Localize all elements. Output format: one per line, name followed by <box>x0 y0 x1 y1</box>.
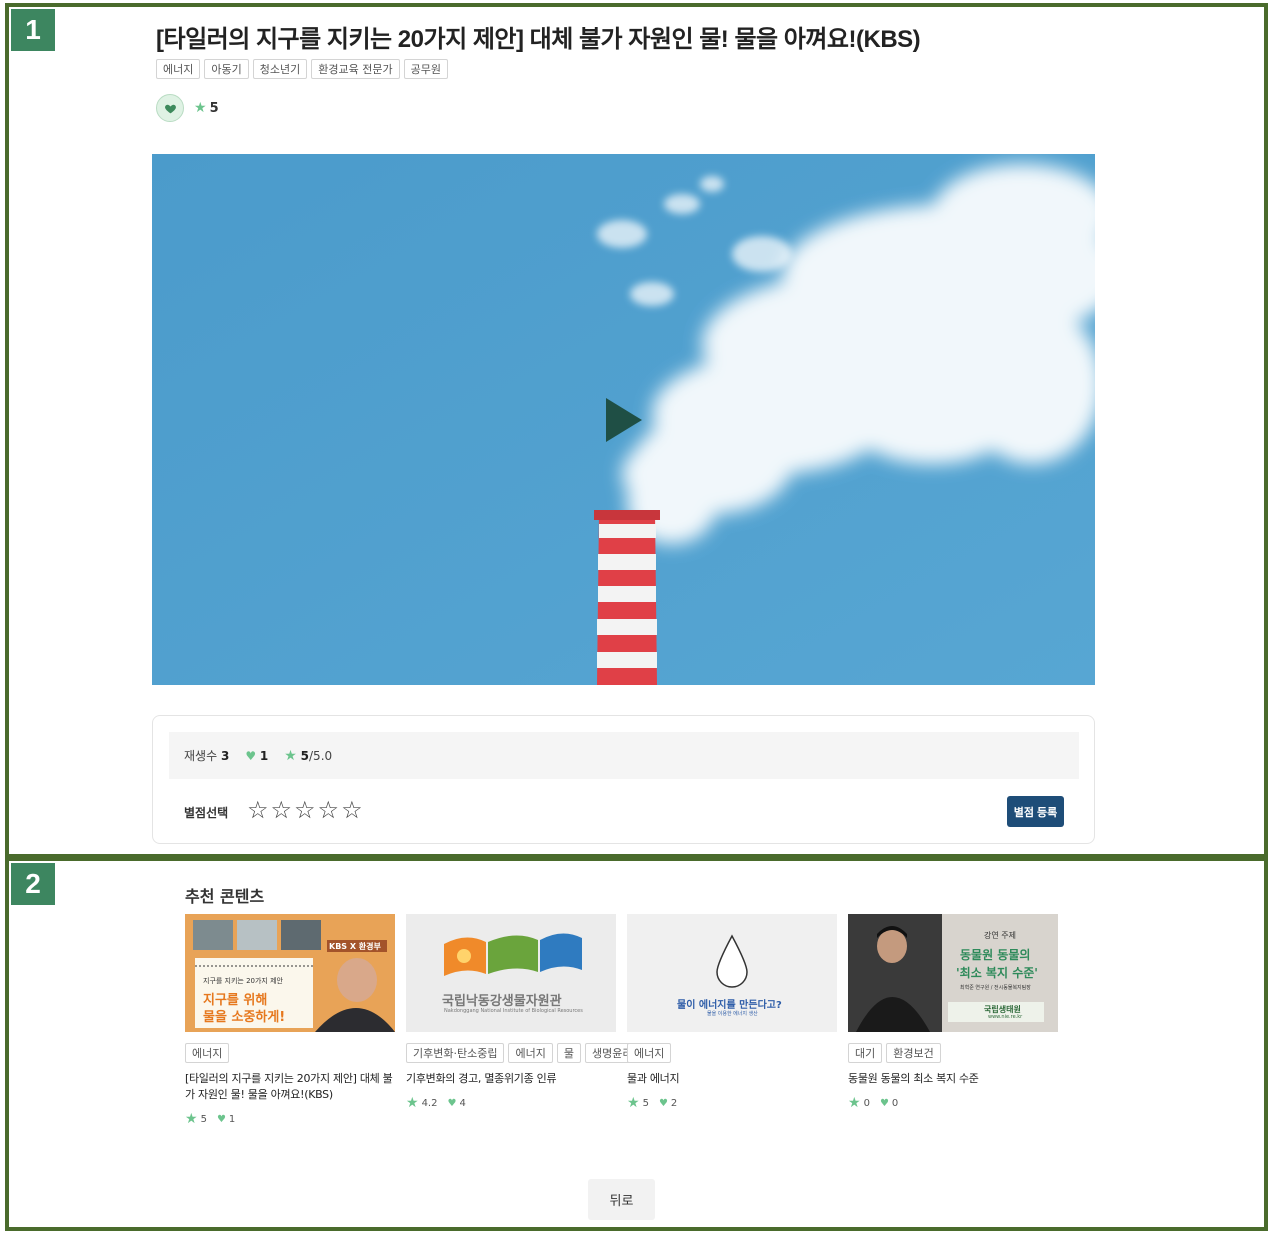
thumb-org-name: 국립낙동강생물자원관 <box>442 994 562 1009</box>
thumb-url: www.nie.re.kr <box>988 1014 1023 1020</box>
card-thumbnail[interactable]: 강연 주제 동물원 동물의 '최소 복지 수준' 최혁준 연구원 / 전시동물복… <box>848 914 1058 1032</box>
video-title: [타일러의 지구를 지키는 20가지 제안] 대체 불가 자원인 물! 물을 아… <box>156 26 921 53</box>
tag[interactable]: 공무원 <box>403 59 448 79</box>
like-rating-row: ★ 5 <box>156 94 219 122</box>
recommendation-card[interactable]: 물이 에너지를 만든다고? 물을 이용한 에너지 생산 에너지 물과 에너지 ★… <box>627 914 837 1127</box>
tag[interactable]: 대기 <box>848 1043 883 1063</box>
star-icon: ★ <box>185 1111 198 1127</box>
thumb-org-sub: Nakdonggang National Institute of Biolog… <box>444 1008 583 1014</box>
tag[interactable]: 아동기 <box>204 59 249 79</box>
card-title[interactable]: 물과 에너지 <box>627 1071 837 1087</box>
video-stats: 재생수 3 ♥ 1 ★ 5/5.0 <box>169 732 1079 779</box>
thumb-sub: 물을 이용한 에너지 생산 <box>707 1011 758 1017</box>
video-rating-value: 5 <box>209 100 219 116</box>
tag[interactable]: 환경교육 전문가 <box>311 59 400 79</box>
heart-icon: ♥ <box>216 1113 226 1125</box>
like-count: ♥ 1 <box>245 748 269 763</box>
thumb-handwriting: 지구를 지키는 20가지 제안 <box>203 977 283 985</box>
heart-icon: ♥ <box>447 1097 457 1109</box>
star-icon: ★ <box>194 100 207 116</box>
heart-icon: ♥ <box>658 1097 668 1109</box>
tag[interactable]: 에너지 <box>185 1043 230 1063</box>
heart-icon: ♥ <box>879 1097 889 1109</box>
tag[interactable]: 기후변화·탄소중립 <box>406 1043 505 1063</box>
card-tags: 에너지 <box>185 1043 395 1063</box>
heart-icon: ♥ <box>245 748 257 763</box>
rating-select-label: 별점선택 <box>184 806 229 820</box>
card-title[interactable]: 동물원 동물의 최소 복지 수준 <box>848 1071 1058 1087</box>
thumb-line1: 동물원 동물의 <box>960 948 1031 962</box>
recommendations-panel: 2 추천 콘텐츠 KBS X 환경부 지구를 지키는 20가지 제안 지구를 위… <box>5 857 1268 1231</box>
thumb-line2: '최소 복지 수준' <box>956 966 1038 980</box>
card-stats: ★ 5 ♥ 1 <box>185 1111 236 1127</box>
submit-rating-button[interactable]: 별점 등록 <box>1007 796 1064 827</box>
card-stats: ★ 5 ♥ 2 <box>627 1095 678 1111</box>
thumb-speaker: 최혁준 연구원 / 전시동물복지팀장 <box>960 985 1031 991</box>
tag[interactable]: 에너지 <box>627 1043 672 1063</box>
rating-star-selector[interactable]: ☆ ☆ ☆ ☆ ☆ <box>247 796 363 824</box>
heart-icon <box>164 104 176 113</box>
star-icon: ★ <box>284 747 297 764</box>
rating-summary: ★ 5/5.0 <box>284 747 333 764</box>
content-detail-panel: 1 [타일러의 지구를 지키는 20가지 제안] 대체 불가 자원인 물! 물을… <box>5 3 1268 858</box>
play-icon[interactable] <box>604 398 644 442</box>
star-outline-icon[interactable]: ☆ <box>341 796 363 824</box>
card-stats: ★ 0 ♥ 0 <box>848 1095 899 1111</box>
card-stats: ★ 4.2 ♥ 4 <box>406 1095 466 1111</box>
star-icon: ★ <box>627 1095 640 1111</box>
video-tags: 에너지 아동기 청소년기 환경교육 전문가 공무원 <box>156 59 448 79</box>
star-icon: ★ <box>406 1095 419 1111</box>
video-rating: ★ 5 <box>194 100 219 116</box>
play-count: 재생수 3 <box>184 749 230 763</box>
thumb-text: 물이 에너지를 만든다고? <box>677 1000 782 1011</box>
thumb-topic: 강연 주제 <box>984 931 1016 940</box>
recommendation-card[interactable]: KBS X 환경부 지구를 지키는 20가지 제안 지구를 위해 물을 소중하게… <box>185 914 395 1127</box>
card-thumbnail[interactable]: KBS X 환경부 지구를 지키는 20가지 제안 지구를 위해 물을 소중하게… <box>185 914 395 1032</box>
recommendation-card[interactable]: 국립낙동강생물자원관 Nakdonggang National Institut… <box>406 914 640 1127</box>
tag[interactable]: 에너지 <box>156 59 201 79</box>
star-icon: ★ <box>848 1095 861 1111</box>
video-player[interactable] <box>152 154 1095 685</box>
video-info-box: 재생수 3 ♥ 1 ★ 5/5.0 별점선택 ☆ ☆ ☆ ☆ ☆ 별점 등록 <box>152 715 1095 844</box>
card-tags: 기후변화·탄소중립 에너지 물 생명윤리 <box>406 1043 640 1063</box>
card-title[interactable]: [타일러의 지구를 지키는 20가지 제안] 대체 불가 자원인 물! 물을 아… <box>185 1071 395 1103</box>
tag[interactable]: 청소년기 <box>252 59 308 79</box>
thumb-line2: 물을 소중하게! <box>203 1010 286 1025</box>
star-outline-icon[interactable]: ☆ <box>271 796 293 824</box>
panel-number-badge: 2 <box>11 863 55 905</box>
star-outline-icon[interactable]: ☆ <box>247 796 269 824</box>
star-outline-icon[interactable]: ☆ <box>294 796 316 824</box>
like-button[interactable] <box>156 94 184 122</box>
panel-number-badge: 1 <box>11 9 55 51</box>
tag[interactable]: 환경보건 <box>886 1043 941 1063</box>
card-title[interactable]: 기후변화의 경고, 멸종위기종 인류 <box>406 1071 616 1087</box>
tag[interactable]: 에너지 <box>508 1043 553 1063</box>
recommendations-heading: 추천 콘텐츠 <box>185 887 265 906</box>
back-button[interactable]: 뒤로 <box>588 1179 655 1220</box>
star-outline-icon[interactable]: ☆ <box>318 796 340 824</box>
card-tags: 대기 환경보건 <box>848 1043 1058 1063</box>
card-thumbnail[interactable]: 국립낙동강생물자원관 Nakdonggang National Institut… <box>406 914 616 1032</box>
recommendation-card[interactable]: 강연 주제 동물원 동물의 '최소 복지 수준' 최혁준 연구원 / 전시동물복… <box>848 914 1058 1127</box>
card-tags: 에너지 <box>627 1043 837 1063</box>
recommendation-list: KBS X 환경부 지구를 지키는 20가지 제안 지구를 위해 물을 소중하게… <box>185 914 1058 1127</box>
tag[interactable]: 물 <box>556 1043 581 1063</box>
card-thumbnail[interactable]: 물이 에너지를 만든다고? 물을 이용한 에너지 생산 <box>627 914 837 1032</box>
thumb-badge: KBS X 환경부 <box>329 942 381 951</box>
